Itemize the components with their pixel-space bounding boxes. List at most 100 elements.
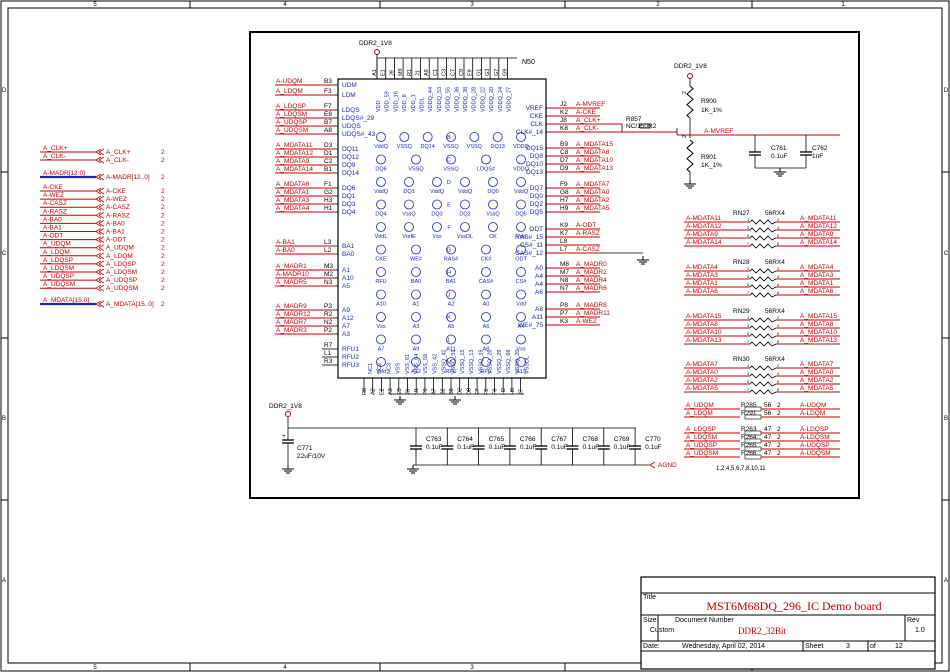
pin-label: 2 [682,91,688,94]
ic-pin-number: F3 [324,88,332,95]
ic-bottom-pin-name: VSSDL [524,356,530,374]
cap-refdes: C765 [489,436,505,443]
resistor-pin: 2 [777,426,781,433]
bga-ball-label: VddQ [374,189,389,195]
offpage-arrow [95,211,105,219]
cap-value: 0.1uF [426,444,443,451]
page-ref: 2 [161,269,165,276]
net-label: A-MDATA11 [686,215,721,222]
ic-pin-number: J8 [560,117,567,124]
rpack-refdes: RN30 [733,356,750,363]
ic-pin-number: N7 [560,285,569,292]
ic-bottom-pin-name: VSSQ_42 [442,350,448,374]
title-block: Title MST6M68DQ_296_IC Demo board Size C… [640,576,936,670]
clk-term-refdes: R857 [626,116,642,123]
ddr2-ic-symbol: DDR2_1V8N50A1 E1 J9 M9 R1 J1 A9 C1 C3 C7 C9 E9 G1 G3 G… [275,40,678,405]
cap-value: 0.1uF [614,444,631,451]
ic-pin-number: H7 [560,197,569,204]
net-label: A_MDATA3 [800,272,834,279]
bga-ball-label: RFU [375,279,386,285]
bga-ball-label: DQ3 [431,212,442,218]
resistor-refdes: R263 [741,426,757,433]
rpack-pin: 2 [777,315,780,320]
net-label: A_LDQSM [276,111,307,118]
net-label: A_CLK+ [576,117,601,124]
bga-row-letter: B [447,135,451,141]
rpack-value: 56RX4 [765,356,785,363]
rpack-pin: 7 [747,387,750,392]
net-label: A_CLK- [576,125,599,132]
bga-ball-label: VDDQ [513,167,530,173]
cap-value: 0.1uF [457,444,474,451]
bga-ball-label: RAS# [444,257,459,263]
bga-ball-label: VddQ [458,189,473,195]
net-label: A-MDATA0 [686,369,718,376]
net-label: A_MDATA2 [576,197,610,204]
rpack-pin: 4 [777,225,780,230]
net-label: A_MADR9 [276,303,307,310]
ic-pin-name: A0 [535,265,543,272]
net-label: A_MDATA15 [800,313,837,320]
cap-polarity: + [282,433,286,440]
frame-column-label: 5 [93,2,97,8]
net-label: A_MDATA13 [576,165,613,172]
net-label: A-ODT [576,222,596,229]
ic-pin-number: F9 [560,181,568,188]
net-label: A_LDQSP [686,426,716,433]
rpack-pin: 3 [747,274,750,279]
ic-bottom-pin-name: VSS_58 [423,354,429,374]
ic-bottom-pin-name: VSSQ_20 [515,350,521,374]
bga-ball-label: BA0 [411,279,421,285]
offpage-arrow [95,236,105,243]
ic-bottom-pin-name: VSSQ_15 [460,350,466,374]
net-label: A-MDATA2 [686,377,718,384]
net-label: A_MADR11 [576,310,610,317]
ic-pin-number: B3 [324,78,332,85]
decoupling-caps: DDR2_1V8C77122uF/10V+ C7630.1uFC7640.1uFC… [269,403,677,474]
power-symbol [687,73,693,79]
offpage-arrow [95,203,105,211]
bga-ball-label: Vss [376,324,385,330]
resistor-value: 1K_1% [701,162,722,169]
ic-pin-number: J2 [560,101,567,108]
ic-pin-number: N8 [560,277,569,284]
ic-pin-name: LDM [342,92,356,99]
net-label: A_MDATA3 [276,197,310,204]
resistor-value: 47 [764,442,772,449]
ic-pin-number: N3 [324,279,333,286]
port-label: A-BA1 [106,229,125,236]
ic-bottom-pin-name: VSSQ_26 [488,350,494,374]
ic-pin-name: A9 [342,307,350,314]
ic-pin-name: DQ4 [342,209,356,216]
offpage-arrow [95,228,105,235]
ic-pin-number: L7 [560,246,568,253]
rpack-pin: 5 [747,331,750,336]
ic-pin-number: H3 [324,197,333,204]
resistor-refdes: R266 [741,450,757,457]
net-label: A-MDATA9 [686,231,718,238]
net-label: A_MDATA9 [800,231,834,238]
ic-pin-name: A12 [342,315,354,322]
rpack-pin: 8 [777,387,780,392]
page-ref: 2 [161,277,165,284]
net-label: A-MDATA10 [686,329,722,336]
net-label: A_UDQSP [43,273,74,280]
ic-top-pin-name: VDD_59 [385,91,391,112]
ic-refdes: N50 [522,59,535,66]
resistor-pin: 2 [777,450,781,457]
rpack-element [749,381,777,387]
net-label: A-UDQSP [800,442,830,449]
net-label: A_MADR12 [276,311,311,318]
net-label: A_MDATA9 [276,158,310,165]
date-label: Date: [643,643,660,650]
port-label: A_UDQSM [106,285,138,292]
net-label: A_UDQSP [276,119,307,126]
port-label: A_LDQSP [106,261,136,268]
sheet-label: Sheet [805,643,823,650]
net-label: A_LDQSM [686,434,717,441]
net-label: A_MDATA4 [800,264,834,271]
rpack-pin: 1 [747,266,750,271]
frame-column-label: 1 [841,2,845,8]
ic-pin-number: P7 [560,310,568,317]
bga-ball-label: Vdd [516,302,526,308]
